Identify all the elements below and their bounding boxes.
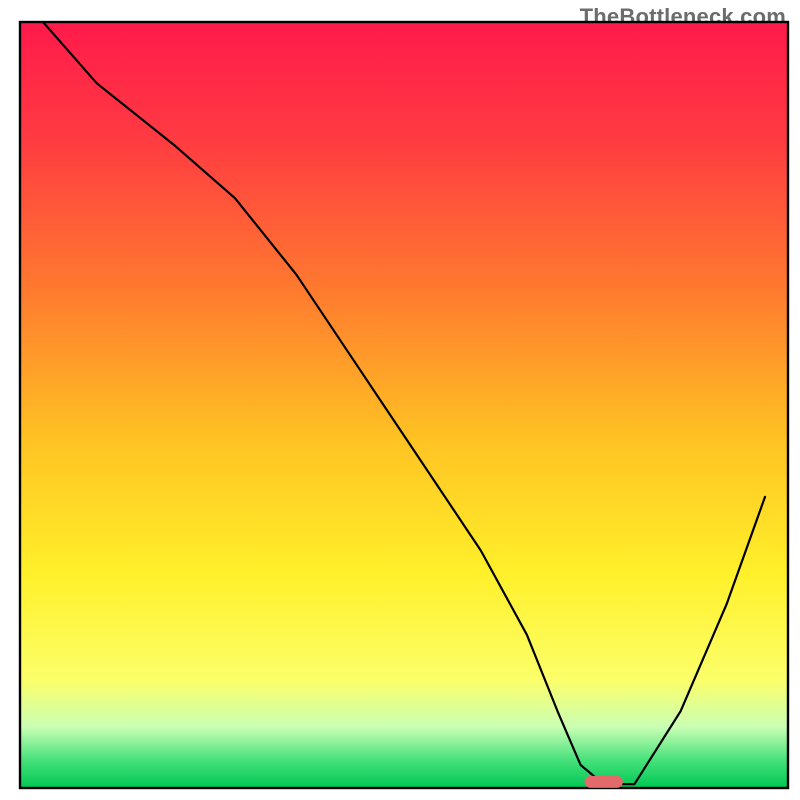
chart-stage: TheBottleneck.com xyxy=(0,0,800,800)
optimal-marker xyxy=(585,776,623,788)
plot-background xyxy=(20,22,788,788)
bottleneck-chart-svg xyxy=(0,0,800,800)
